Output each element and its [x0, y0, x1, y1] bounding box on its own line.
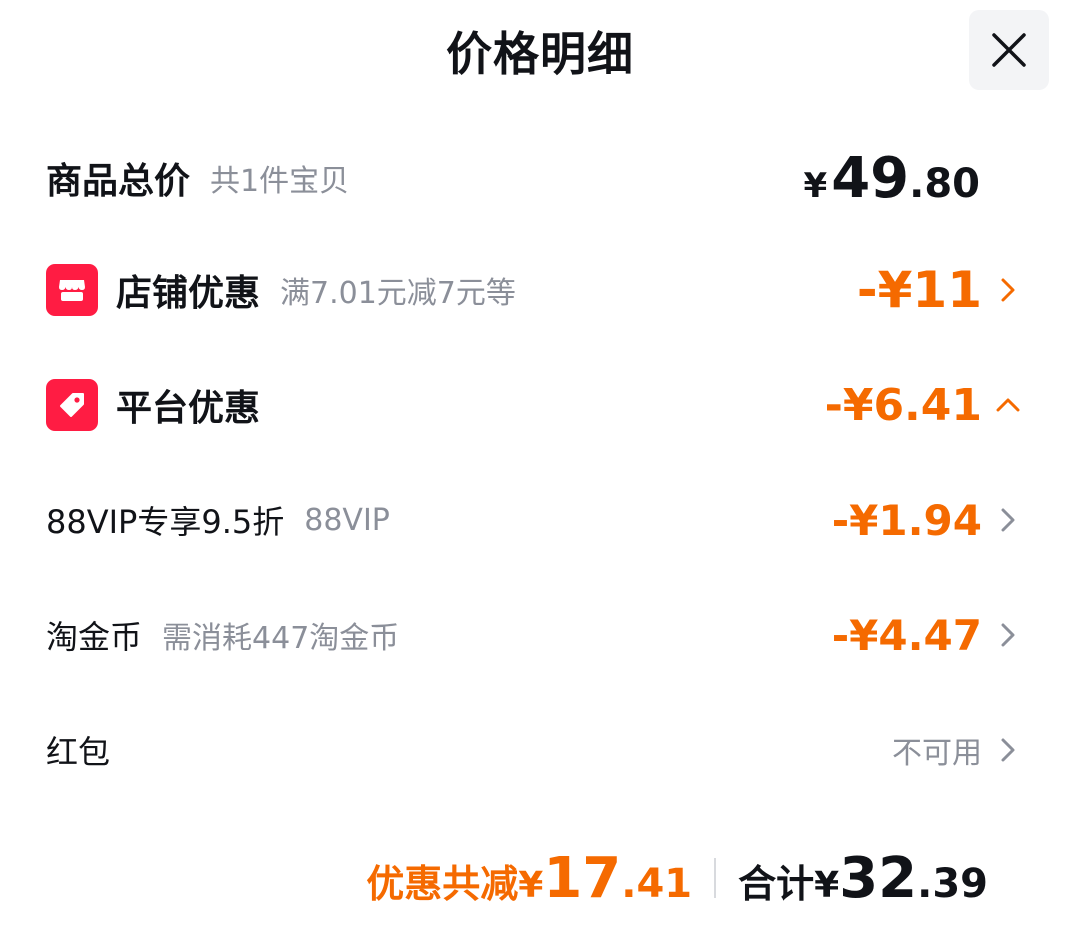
coins-discount-amount: -¥4.47: [831, 610, 982, 660]
goods-count-text: 共1件宝贝: [210, 164, 350, 199]
platform-discount-row[interactable]: 平台优惠 -¥6.41: [0, 375, 1080, 435]
chevron-right-icon: [984, 496, 1032, 544]
goods-total-label: 商品总价: [46, 161, 191, 202]
goods-total-row: 商品总价 共1件宝贝 ¥ 49 .80: [0, 145, 1080, 211]
vip-discount-detail: 88VIP: [304, 502, 390, 538]
coins-discount-row[interactable]: 淘金币 需消耗447淘金币 -¥4.47: [0, 605, 1080, 665]
discount-total-int: 17: [543, 845, 622, 911]
vip-discount-label: 88VIP专享9.5折: [46, 503, 285, 541]
platform-discount-amount: -¥6.41: [824, 379, 982, 431]
red-packet-row[interactable]: 红包 不可用: [0, 720, 1080, 780]
coins-discount-detail: 需消耗447淘金币: [162, 621, 400, 656]
chevron-right-icon: [984, 726, 1032, 774]
store-icon: [46, 264, 98, 316]
vip-discount-amount: -¥1.94: [831, 495, 982, 545]
vip-discount-row[interactable]: 88VIP专享9.5折 88VIP -¥1.94: [0, 490, 1080, 550]
store-discount-row[interactable]: 店铺优惠 满7.01元减7元等 -¥11: [0, 260, 1080, 320]
page-title: 价格明细: [446, 27, 634, 81]
store-discount-detail: 满7.01元减7元等: [280, 276, 516, 311]
grand-total-int: 32: [839, 845, 918, 911]
platform-discount-label: 平台优惠: [116, 388, 261, 429]
price-summary: 优惠共减 ¥ 17 .41 合计 ¥ 32 .39: [0, 838, 1080, 918]
discount-total-dec: .41: [621, 860, 693, 907]
red-packet-label: 红包: [46, 733, 111, 771]
close-button[interactable]: [969, 10, 1049, 90]
grand-total-dec: .39: [917, 860, 988, 907]
tag-icon: [46, 379, 98, 431]
grand-total-label: 合计: [738, 861, 815, 906]
chevron-right-icon: [984, 611, 1032, 659]
goods-total-amount-int: 49: [831, 145, 910, 211]
chevron-up-icon: [984, 381, 1032, 429]
summary-divider: [714, 858, 717, 898]
close-icon: [989, 30, 1029, 70]
red-packet-status: 不可用: [892, 736, 982, 771]
store-discount-label: 店铺优惠: [116, 273, 261, 314]
goods-total-currency: ¥: [803, 165, 828, 206]
coins-discount-label: 淘金币: [46, 618, 143, 656]
goods-total-amount-dec: .80: [909, 160, 980, 207]
chevron-right-icon: [984, 266, 1032, 314]
store-discount-amount: -¥11: [856, 261, 982, 319]
discount-total-currency: ¥: [518, 864, 544, 906]
grand-total-currency: ¥: [814, 864, 840, 906]
discount-total-label: 优惠共减: [366, 861, 519, 906]
